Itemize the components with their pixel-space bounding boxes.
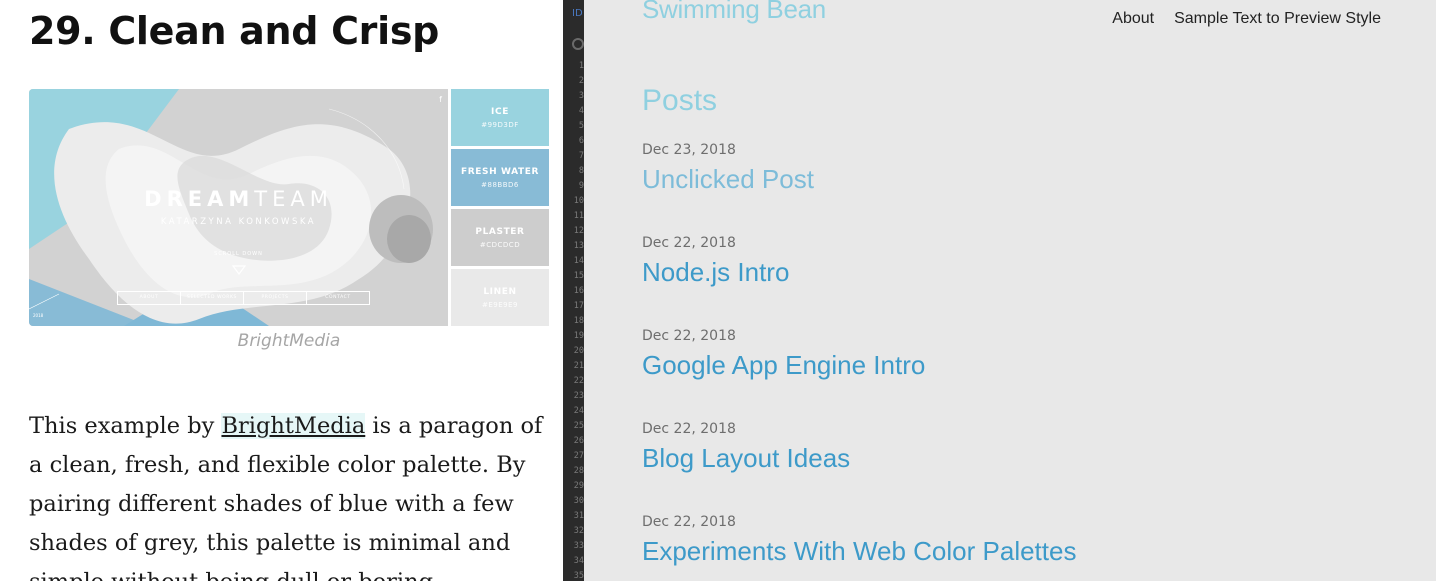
- line-number: 3: [578, 91, 584, 101]
- line-number: 24: [573, 406, 584, 416]
- line-number: 1: [578, 61, 584, 71]
- screenshot-nav-item: CONTACT: [325, 295, 351, 300]
- line-number: 4: [578, 106, 584, 116]
- screenshot-nav-item: SELECTED WORKS: [181, 292, 244, 304]
- swatch-name: FRESH WATER: [461, 167, 539, 177]
- brightmedia-link[interactable]: BrightMedia: [221, 413, 366, 439]
- line-number: 25: [573, 421, 584, 431]
- swatch-name: LINEN: [483, 287, 517, 297]
- swatch-hex: #E9E9E9: [482, 301, 518, 309]
- swatch-hex: #88BBD6: [481, 181, 519, 189]
- line-number: 20: [573, 346, 584, 356]
- post-item: Dec 22, 2018 Google App Engine Intro: [642, 328, 1402, 381]
- line-number: 13: [573, 241, 584, 251]
- top-nav: About Sample Text to Preview Style: [1112, 10, 1381, 28]
- line-number: 12: [573, 226, 584, 236]
- post-date: Dec 22, 2018: [642, 328, 736, 344]
- site-brand[interactable]: Swimming Bean: [642, 0, 826, 25]
- swatch-plaster: PLASTER #CDCDCD: [451, 209, 549, 266]
- screenshot-nav-item: ABOUT: [118, 292, 181, 304]
- color-swatches: ICE #99D3DF FRESH WATER #88BBD6 PLASTER …: [451, 89, 549, 326]
- line-number: 29: [573, 481, 584, 491]
- figure-caption: BrightMedia: [237, 331, 341, 351]
- line-number: 21: [573, 361, 584, 371]
- post-item: Dec 22, 2018 Node.js Intro: [642, 235, 1402, 288]
- line-number: 23: [573, 391, 584, 401]
- post-title-link[interactable]: Unclicked Post: [642, 164, 1402, 195]
- post-item: Dec 22, 2018 Experiments With Web Color …: [642, 514, 1402, 567]
- line-number: 8: [578, 166, 584, 176]
- nav-about[interactable]: About: [1112, 10, 1154, 28]
- post-date: Dec 22, 2018: [642, 421, 736, 437]
- line-number: 2: [578, 76, 584, 86]
- line-number: 9: [578, 181, 584, 191]
- circle-icon[interactable]: [572, 38, 584, 50]
- swatch-name: PLASTER: [475, 227, 525, 237]
- line-number: 27: [573, 451, 584, 461]
- line-number: 15: [573, 271, 584, 281]
- editor-gutter: ID 1 2 3 4 5 6 7 8 9 10 11 12 13 14 15 16 17 18 19 20 21 22 23…: [563, 0, 584, 581]
- post-date: Dec 23, 2018: [642, 142, 736, 158]
- example-website-screenshot: 2018 f DREAMTEAM KATARZYNA KONKOWSKA SCR…: [29, 89, 448, 326]
- line-number: 22: [573, 376, 584, 386]
- post-title-link[interactable]: Node.js Intro: [642, 257, 1402, 288]
- swatch-hex: #99D3DF: [481, 121, 519, 129]
- line-number: 7: [578, 151, 584, 161]
- line-numbers: 1 2 3 4 5 6 7 8 9 10 11 12 13 14 15 16 17 18 19 20 21 22 23 24 2…: [568, 59, 584, 581]
- post-title-link[interactable]: Google App Engine Intro: [642, 350, 1402, 381]
- line-number: 5: [578, 121, 584, 131]
- posts-heading: Posts: [642, 84, 718, 117]
- editor-tab-label[interactable]: ID: [572, 8, 583, 19]
- article-paragraph: This example by BrightMedia is a paragon…: [29, 407, 549, 581]
- line-number: 35: [573, 571, 584, 581]
- svg-text:2018: 2018: [33, 313, 44, 318]
- line-number: 26: [573, 436, 584, 446]
- down-triangle-icon: [232, 265, 246, 275]
- post-date: Dec 22, 2018: [642, 235, 736, 251]
- line-number: 31: [573, 511, 584, 521]
- swatch-linen: LINEN #E9E9E9: [451, 269, 549, 326]
- swatch-hex: #CDCDCD: [479, 241, 521, 249]
- post-title-link[interactable]: Experiments With Web Color Palettes: [642, 536, 1402, 567]
- screenshot-nav: ABOUT SELECTED WORKS PROJECTS CONTACT: [117, 291, 370, 305]
- post-item: Dec 23, 2018 Unclicked Post: [642, 142, 1402, 195]
- facebook-icon: f: [439, 95, 442, 104]
- palette-figure: 2018 f DREAMTEAM KATARZYNA KONKOWSKA SCR…: [29, 89, 549, 326]
- article-pane: 29. Clean and Crisp 2018 f DREAMTEAM KAT…: [0, 0, 563, 581]
- line-number: 33: [573, 541, 584, 551]
- screenshot-scroll-text: SCROLL DOWN: [214, 251, 263, 257]
- line-number: 30: [573, 496, 584, 506]
- line-number: 16: [573, 286, 584, 296]
- swatch-name: ICE: [491, 107, 509, 117]
- screenshot-subtitle: KATARZYNA KONKOWSKA: [160, 217, 317, 227]
- line-number: 28: [573, 466, 584, 476]
- screenshot-title: DREAMTEAM: [144, 187, 333, 211]
- screenshot-nav-item: PROJECTS: [244, 292, 307, 304]
- post-item: Dec 22, 2018 Blog Layout Ideas: [642, 421, 1402, 474]
- blog-preview: Swimming Bean About Sample Text to Previ…: [584, 0, 1436, 581]
- line-number: 10: [573, 196, 584, 206]
- swatch-ice: ICE #99D3DF: [451, 89, 549, 146]
- line-number: 17: [573, 301, 584, 311]
- line-number: 11: [573, 211, 584, 221]
- line-number: 34: [573, 556, 584, 566]
- paragraph-text: This example by: [29, 413, 222, 439]
- line-number: 32: [573, 526, 584, 536]
- line-number: 6: [578, 136, 584, 146]
- post-date: Dec 22, 2018: [642, 514, 736, 530]
- swatch-fresh-water: FRESH WATER #88BBD6: [451, 149, 549, 206]
- line-number: 18: [573, 316, 584, 326]
- article-heading: 29. Clean and Crisp: [29, 9, 440, 53]
- line-number: 19: [573, 331, 584, 341]
- nav-sample-text[interactable]: Sample Text to Preview Style: [1174, 10, 1381, 28]
- post-title-link[interactable]: Blog Layout Ideas: [642, 443, 1402, 474]
- line-number: 14: [573, 256, 584, 266]
